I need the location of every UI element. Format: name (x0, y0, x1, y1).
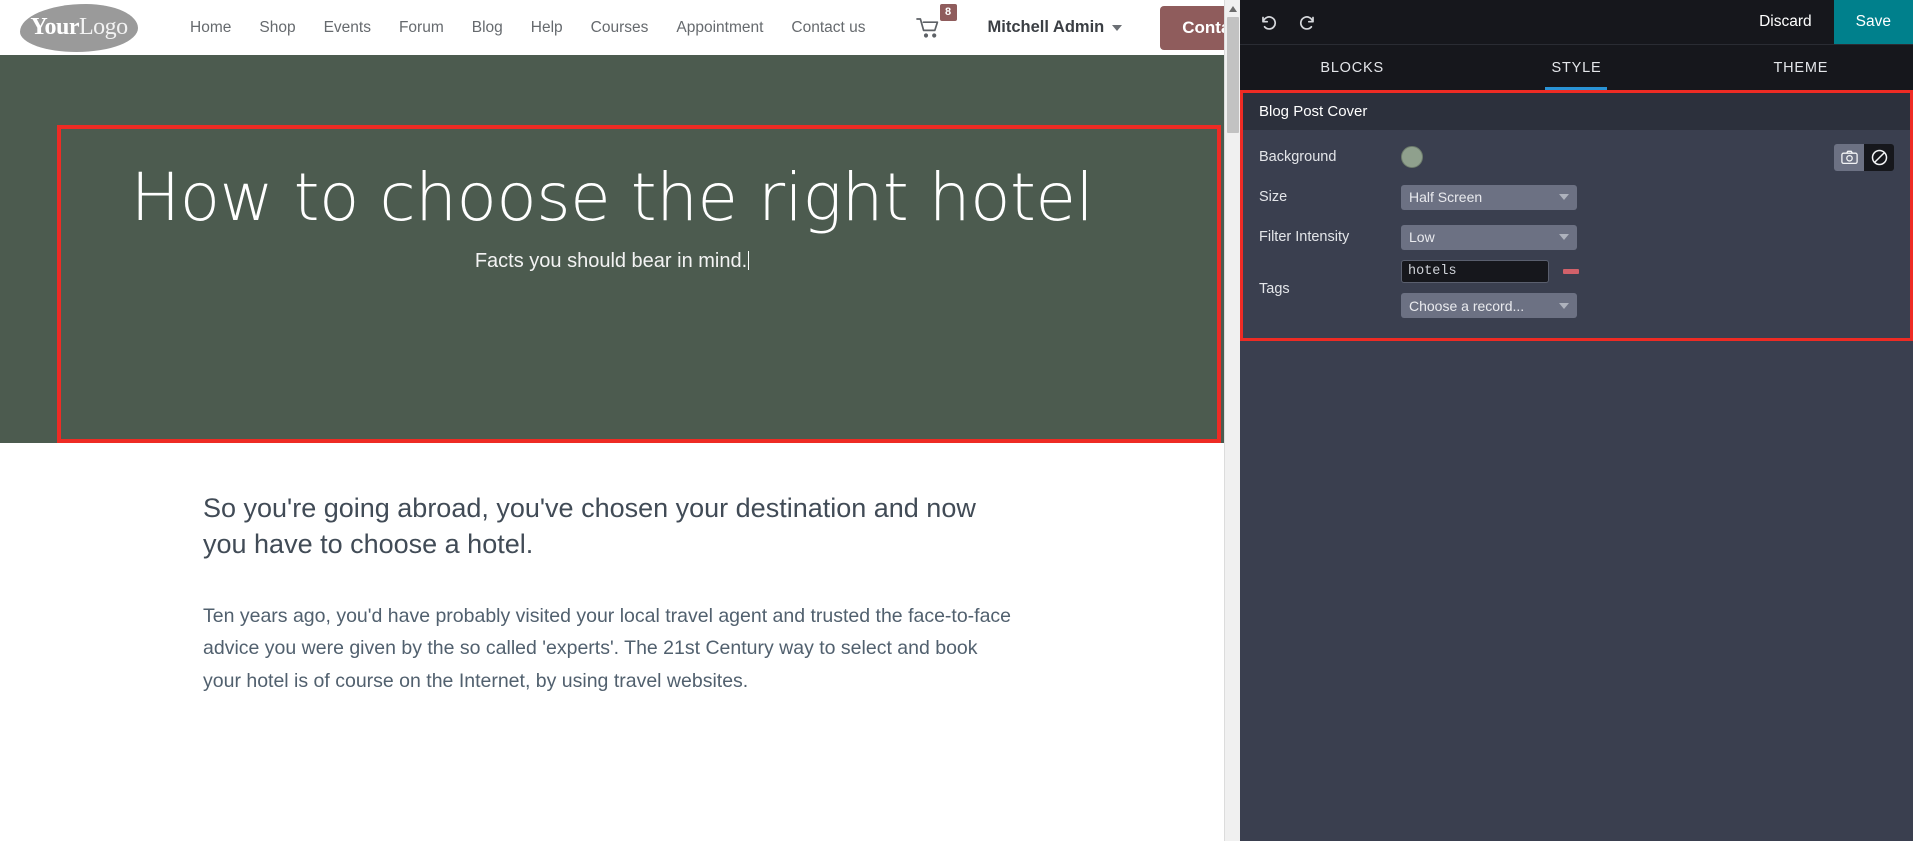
nav-item-forum[interactable]: Forum (385, 13, 458, 43)
editor-tab-bar: BLOCKS STYLE THEME (1240, 44, 1913, 90)
article-content-column: So you're going abroad, you've chosen yo… (203, 491, 1013, 697)
site-header: YourLogo Home Shop Events Forum Blog Hel… (0, 0, 1224, 55)
size-select[interactable]: Half Screen (1401, 184, 1577, 210)
option-label-tags: Tags (1259, 281, 1290, 297)
option-control-filter-intensity: Low (1401, 224, 1894, 250)
text-cursor (748, 251, 750, 271)
tags-stack: hotels Choose a record... (1401, 260, 1579, 318)
redo-button[interactable] (1288, 0, 1328, 44)
user-menu-button[interactable]: Mitchell Admin (988, 18, 1123, 37)
save-button[interactable]: Save (1833, 0, 1913, 44)
nav-item-contact-us[interactable]: Contact us (777, 13, 879, 43)
option-label-background: Background (1259, 149, 1337, 165)
logo-text-bold: Your (30, 14, 79, 40)
nav-item-help[interactable]: Help (517, 13, 577, 43)
editor-application: YourLogo Home Shop Events Forum Blog Hel… (0, 0, 1913, 841)
scrollbar-up-button[interactable] (1225, 0, 1240, 17)
chevron-down-icon (1112, 24, 1123, 31)
blog-article-body: So you're going abroad, you've chosen yo… (0, 443, 1224, 697)
background-image-buttons (1834, 143, 1894, 171)
filter-intensity-select[interactable]: Low (1401, 224, 1577, 250)
tag-value-input[interactable]: hotels (1401, 260, 1549, 283)
option-row-tags: Tags hotels Choose a record... (1243, 260, 1910, 318)
article-paragraph-1[interactable]: Ten years ago, you'd have probably visit… (203, 600, 1013, 697)
discard-button[interactable]: Discard (1737, 0, 1834, 44)
nav-item-blog[interactable]: Blog (458, 13, 517, 43)
option-row-background: Background (1243, 140, 1910, 174)
camera-icon (1840, 150, 1858, 165)
minus-icon[interactable] (1563, 269, 1579, 274)
site-logo[interactable]: YourLogo (20, 3, 138, 52)
tag-record-select[interactable]: Choose a record... (1401, 293, 1577, 318)
redo-icon (1298, 12, 1318, 32)
nav-item-home[interactable]: Home (176, 13, 245, 43)
option-label-size: Size (1259, 189, 1288, 205)
cover-subtitle[interactable]: Facts you should bear in mind. (474, 250, 750, 273)
options-panel-body: Background Size Half Screen Filter Inten… (1243, 130, 1910, 338)
blog-post-cover-block[interactable]: How to choose the right hotel Facts you … (0, 55, 1224, 443)
scrollbar-thumb[interactable] (1227, 17, 1239, 133)
shopping-cart-button[interactable]: 8 (910, 3, 957, 43)
website-preview-scroll-area: YourLogo Home Shop Events Forum Blog Hel… (0, 0, 1224, 841)
option-row-filter-intensity: Filter Intensity Low (1243, 220, 1910, 254)
tag-record-select-value: Choose a record... (1409, 297, 1525, 314)
cover-subtitle-text: Facts you should bear in mind. (474, 250, 748, 273)
option-row-size: Size Half Screen (1243, 180, 1910, 214)
nav-item-appointment[interactable]: Appointment (662, 13, 777, 43)
background-image-button[interactable] (1834, 143, 1864, 171)
logo-text-light: Logo (79, 14, 128, 40)
undo-button[interactable] (1248, 0, 1288, 44)
cart-count-badge: 8 (939, 3, 957, 21)
chevron-up-icon (1229, 5, 1237, 12)
filter-intensity-select-value: Low (1409, 229, 1435, 245)
preview-scrollbar[interactable] (1224, 0, 1240, 841)
options-panel-title: Blog Post Cover (1243, 93, 1910, 130)
nav-item-courses[interactable]: Courses (577, 13, 663, 43)
nav-item-shop[interactable]: Shop (245, 13, 309, 43)
main-navigation: Home Shop Events Forum Blog Help Courses… (176, 13, 880, 43)
tab-blocks[interactable]: BLOCKS (1240, 45, 1464, 90)
website-editor-panel: Discard Save BLOCKS STYLE THEME Blog Pos… (1240, 0, 1913, 841)
contact-us-cta-button[interactable]: Contact Us (1160, 5, 1224, 50)
option-control-background (1401, 143, 1894, 171)
cover-title[interactable]: How to choose the right hotel (131, 163, 1094, 233)
block-options-panel: Blog Post Cover Background Size Half Scr… (1240, 90, 1913, 341)
cover-content: How to choose the right hotel Facts you … (0, 55, 1224, 443)
background-color-swatch[interactable] (1401, 146, 1423, 168)
website-preview-pane: YourLogo Home Shop Events Forum Blog Hel… (0, 0, 1240, 841)
option-control-tags: hotels Choose a record... (1401, 260, 1894, 318)
cart-icon (915, 17, 942, 39)
tab-style[interactable]: STYLE (1464, 45, 1688, 90)
nav-item-events[interactable]: Events (310, 13, 385, 43)
option-control-size: Half Screen (1401, 184, 1894, 210)
undo-icon (1258, 12, 1278, 32)
logo-text: YourLogo (30, 14, 128, 41)
editor-top-toolbar: Discard Save (1240, 0, 1913, 44)
size-select-value: Half Screen (1409, 189, 1483, 205)
background-none-button[interactable] (1864, 143, 1894, 171)
option-label-filter-intensity: Filter Intensity (1259, 229, 1350, 245)
article-lead-paragraph[interactable]: So you're going abroad, you've chosen yo… (203, 491, 1013, 562)
chevron-down-icon (1559, 302, 1569, 309)
tab-theme[interactable]: THEME (1689, 45, 1913, 90)
tag-entry-row: hotels (1401, 260, 1579, 283)
chevron-down-icon (1559, 194, 1569, 200)
no-image-icon (1871, 149, 1888, 166)
chevron-down-icon (1559, 234, 1569, 240)
user-menu-label: Mitchell Admin (987, 18, 1105, 36)
